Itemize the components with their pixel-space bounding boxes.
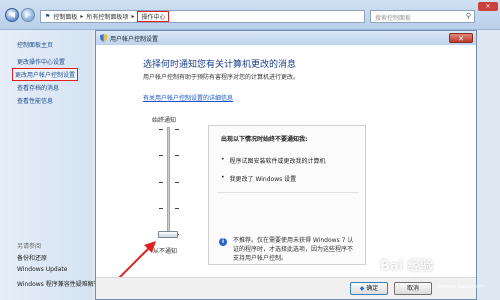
uac-more-info-link[interactable]: 有关用户帐户控制设置的详细信息 (143, 93, 233, 102)
sidebar: 控制面板主页 更改操作中心设置 更改用户帐户控制设置 查看存档的消息 查看性能信… (0, 30, 100, 300)
explorer-titlebar: ◀ ▶ ⚑ 控制面板 ▸ 所有控制面板项 ▸ 操作中心 搜索控制面板 ⚲ ✕ (0, 0, 500, 30)
info-bullet: • 我更改了 Windows 设置 (221, 174, 296, 183)
uac-slider-track[interactable] (167, 127, 170, 237)
breadcrumb-separator-icon: ▸ (80, 13, 84, 20)
window-close-button[interactable]: ✕ (478, 2, 498, 11)
slider-tick (175, 182, 179, 183)
ok-button-label: 确定 (366, 285, 379, 292)
sidebar-link-compat-troubleshooter[interactable]: Windows 程序兼容性疑难解答 (17, 279, 100, 288)
shield-icon: ◆ (359, 285, 365, 292)
dialog-title: 用户帐户控制设置 (110, 35, 159, 43)
search-placeholder: 搜索控制面板 (375, 15, 412, 22)
dialog-heading: 选择何时通知您有关计算机更改的消息 (143, 60, 297, 70)
uac-slider-thumb[interactable] (158, 231, 178, 238)
sidebar-link-windows-update[interactable]: Windows Update (17, 266, 67, 273)
slider-label-always-notify: 始终通知 (152, 117, 177, 124)
dialog-description: 用户帐户控制有助于预防有害程序对您的计算机进行更改。 (143, 74, 300, 81)
slider-tick (159, 208, 163, 209)
dialog-body: 选择何时通知您有关计算机更改的消息 用户帐户控制有助于预防有害程序对您的计算机进… (96, 45, 476, 284)
slider-tick (159, 129, 163, 130)
breadcrumb-item[interactable]: 控制面板 (53, 12, 77, 21)
sidebar-item-performance-info[interactable]: 查看性能信息 (17, 96, 53, 105)
baidu-watermark: Bai 经验 (380, 259, 434, 274)
flag-icon: ⚑ (45, 13, 51, 20)
slider-tick (175, 155, 179, 156)
dialog-close-button[interactable]: ✕ (449, 33, 473, 43)
search-input[interactable]: 搜索控制面板 ⚲ (370, 10, 475, 23)
shield-icon (100, 34, 107, 42)
bullet-icon: • (221, 174, 225, 181)
sidebar-item-home[interactable]: 控制面板主页 (17, 40, 53, 49)
cancel-button[interactable]: 取消 (394, 282, 432, 295)
sidebar-link-backup[interactable]: 备份和还原 (17, 253, 47, 262)
info-bullet: • 程序试图安装软件或更改我的计算机 (221, 156, 326, 165)
sidebar-item-action-center-settings[interactable]: 更改操作中心设置 (17, 57, 65, 66)
ok-button[interactable]: ◆ 确定 (350, 282, 388, 295)
info-bullet-text: 我更改了 Windows 设置 (229, 176, 297, 183)
bullet-icon: • (221, 156, 225, 163)
back-button[interactable]: ◀ (5, 8, 19, 22)
info-icon: i (219, 238, 227, 246)
search-icon[interactable]: ⚲ (466, 12, 471, 20)
slider-tick (159, 182, 163, 183)
info-heading: 出现以下情况时始终不要通知我: (221, 136, 308, 143)
breadcrumb-item-current[interactable]: 操作中心 (137, 11, 170, 22)
info-bullet-text: 程序试图安装软件或更改我的计算机 (229, 158, 326, 165)
address-bar[interactable]: ⚑ 控制面板 ▸ 所有控制面板项 ▸ 操作中心 (40, 10, 365, 23)
slider-tick (159, 155, 163, 156)
baidu-watermark-url: jingyan.baidu.com (438, 284, 485, 290)
dialog-titlebar: 用户帐户控制设置 ✕ (96, 31, 476, 45)
see-also-heading: 另请参阅 (17, 243, 42, 250)
forward-button[interactable]: ▶ (21, 8, 35, 22)
breadcrumb-item[interactable]: 所有控制面板项 (86, 12, 128, 21)
slider-tick (175, 208, 179, 209)
dialog-footer: ◆ 确定 取消 (96, 277, 476, 299)
divider (217, 192, 359, 193)
sidebar-item-uac-settings[interactable]: 更改用户帐户控制设置 (12, 68, 79, 81)
breadcrumb-separator-icon: ▸ (131, 13, 135, 20)
slider-tick (175, 129, 179, 130)
sidebar-item-archived-messages[interactable]: 查看存档的消息 (17, 83, 59, 92)
not-recommended-note: 不推荐。仅在需要使用未获得 Windows 7 认证的程序时，才选择此选项，因为… (233, 237, 354, 262)
notification-info-panel: 出现以下情况时始终不要通知我: • 程序试图安装软件或更改我的计算机 • 我更改… (208, 125, 366, 265)
